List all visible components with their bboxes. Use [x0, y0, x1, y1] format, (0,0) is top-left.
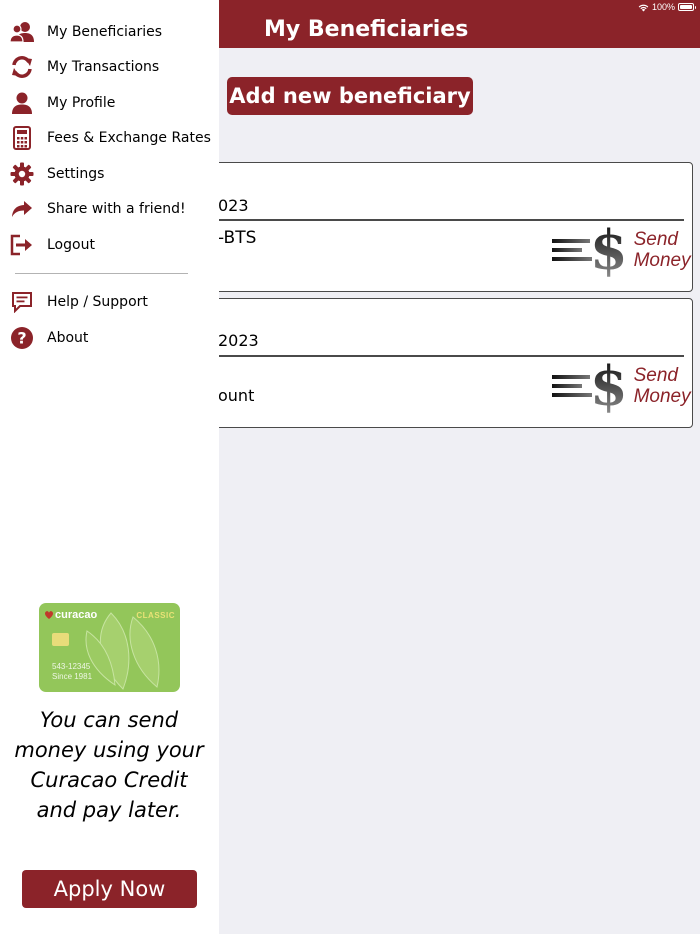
add-beneficiary-button[interactable]: Add new beneficiary: [227, 77, 473, 115]
card-number-block: 543-12345 Since 1981: [52, 662, 92, 682]
menu-item-label: Share with a friend!: [47, 201, 186, 217]
menu-item-fees-exchange-rates[interactable]: Fees & Exchange Rates: [0, 121, 219, 155]
card-brand: curacao: [55, 609, 98, 621]
gear-icon: [9, 161, 35, 187]
beneficiary-date: 023: [218, 196, 249, 215]
dollar-icon: $: [590, 218, 628, 282]
send-money-label: Send Money: [633, 365, 691, 407]
menu-item-settings[interactable]: Settings: [0, 157, 219, 191]
svg-text:?: ?: [17, 329, 26, 348]
sync-icon: [9, 54, 35, 80]
menu-item-label: Fees & Exchange Rates: [47, 130, 211, 146]
users-icon: [9, 19, 35, 45]
menu-item-label: Logout: [47, 237, 95, 253]
beneficiary-name: -BTS: [218, 228, 257, 248]
dollar-icon: $: [590, 354, 628, 418]
user-icon: [9, 90, 35, 116]
card-tier: CLASSIC: [136, 611, 175, 620]
promo-message: You can send money using your Curacao Cr…: [14, 708, 204, 822]
speed-lines-icon: [552, 230, 594, 270]
menu-divider: [15, 273, 188, 274]
chat-icon: [9, 289, 35, 315]
side-drawer: My Beneficiaries My Transactions My Prof…: [0, 0, 219, 934]
page-title: My Beneficiaries: [264, 17, 469, 42]
beneficiary-date: 2023: [218, 331, 259, 350]
menu-item-share[interactable]: Share with a friend!: [0, 192, 219, 226]
logout-icon: [9, 232, 35, 258]
question-icon: ?: [9, 325, 35, 351]
status-bar: 100%: [638, 1, 696, 13]
send-money-button[interactable]: $ Send Money: [552, 223, 691, 277]
credit-card-image: curacao CLASSIC 543-12345 Since 1981: [39, 603, 180, 692]
card-chip: [52, 633, 69, 646]
send-money-button[interactable]: $ Send Money: [552, 359, 691, 413]
menu-item-my-profile[interactable]: My Profile: [0, 86, 219, 120]
share-icon: [9, 196, 35, 222]
menu-item-label: My Transactions: [47, 59, 160, 75]
menu-item-logout[interactable]: Logout: [0, 228, 219, 262]
menu-item-label: My Profile: [47, 95, 116, 111]
menu-item-label: Settings: [47, 166, 105, 182]
apply-now-button[interactable]: Apply Now: [22, 870, 197, 908]
card-since: Since 1981: [52, 672, 93, 681]
menu-item-my-beneficiaries[interactable]: My Beneficiaries: [0, 15, 219, 49]
battery-level-fill: [680, 5, 692, 9]
battery-percent: 100%: [651, 2, 675, 12]
curacao-logo-icon: [45, 611, 53, 619]
menu-item-label: My Beneficiaries: [47, 24, 163, 40]
menu-item-my-transactions[interactable]: My Transactions: [0, 50, 219, 84]
calculator-icon: [9, 125, 35, 151]
menu-item-about[interactable]: ? About: [0, 321, 219, 355]
speed-lines-icon: [552, 366, 594, 406]
menu-item-help-support[interactable]: Help / Support: [0, 285, 219, 319]
menu-item-label: Help / Support: [47, 294, 148, 310]
beneficiary-name: ount: [218, 386, 255, 405]
card-number: 543-12345: [52, 662, 91, 671]
menu-item-label: About: [47, 330, 89, 346]
send-money-label: Send Money: [633, 229, 691, 271]
wifi-icon: [638, 4, 649, 11]
battery-icon: [678, 3, 696, 11]
